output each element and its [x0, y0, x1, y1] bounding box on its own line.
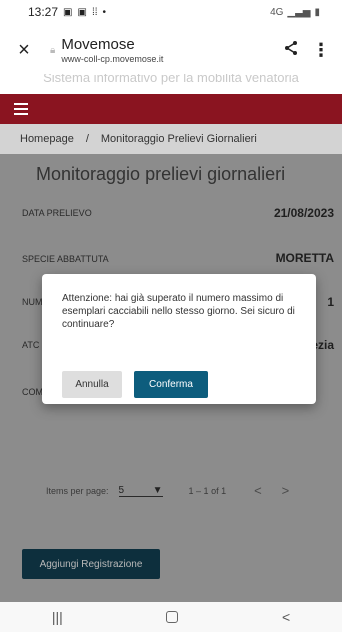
- dialog-message: Attenzione: hai già superato il numero m…: [62, 293, 295, 330]
- paginator: Items per page: 5 ▼ 1 – 1 of 1 < >: [46, 483, 289, 498]
- field-value-data-prelievo: 21/08/2023: [273, 206, 334, 220]
- breadcrumb: Homepage / Monitoraggio Prelievi Giornal…: [0, 124, 342, 154]
- more-options-button[interactable]: ⋮: [306, 40, 336, 61]
- status-bar: 13:27 ▣ ▣ ⁞⁞ • 4G ▁▃▅ ▮: [0, 0, 342, 24]
- field-label-data-prelievo: DATA PRELIEVO: [22, 208, 92, 218]
- image-icon: ▣: [63, 6, 73, 18]
- image-icon: ▣: [77, 6, 87, 18]
- site-subtitle: Sistema informativo per la mobilità vena…: [0, 74, 342, 96]
- close-icon: ×: [18, 38, 30, 61]
- dots-icon: ⁞⁞: [91, 6, 98, 18]
- page-range-label: 1 – 1 of 1: [188, 485, 227, 496]
- network-icon: 4G: [270, 6, 284, 18]
- dropdown-arrow-icon: ▼: [152, 484, 163, 496]
- field-label-specie: SPECIE ABBATTUTA: [22, 254, 109, 264]
- items-per-page-label: Items per page:: [46, 485, 109, 496]
- breadcrumb-separator: /: [85, 133, 89, 145]
- breadcrumb-home[interactable]: Homepage: [20, 133, 74, 145]
- items-per-page-select[interactable]: 5 ▼: [118, 484, 163, 497]
- page-title: Monitoraggio prelievi giornalieri: [36, 164, 286, 184]
- status-left: 13:27 ▣ ▣ ⁞⁞ •: [28, 5, 106, 19]
- share-button[interactable]: [276, 40, 306, 61]
- browser-title-block: Movemose www-coll-cp.movemose.it: [61, 36, 276, 64]
- items-per-page-value: 5: [118, 484, 125, 496]
- next-page-button[interactable]: >: [282, 483, 290, 498]
- field-value-specie: MORETTA: [275, 251, 334, 265]
- home-button[interactable]: [166, 611, 179, 623]
- back-button[interactable]: <: [282, 609, 290, 625]
- hamburger-menu-icon[interactable]: [14, 103, 28, 115]
- battery-icon: ▮: [314, 6, 320, 18]
- add-registration-button[interactable]: Aggiungi Registrazione: [22, 549, 160, 579]
- lock-icon: 🔒︎: [50, 44, 56, 56]
- android-nav-bar: ||| <: [0, 602, 342, 632]
- field-label-num: NUM: [22, 297, 43, 307]
- signal-icon: ▁▃▅: [287, 6, 311, 18]
- confirmation-dialog: Attenzione: hai già superato il numero m…: [42, 274, 316, 404]
- site-title: Movemose: [61, 36, 135, 53]
- confirm-button[interactable]: Conferma: [134, 371, 208, 398]
- breadcrumb-current: Monitoraggio Prelievi Giornalieri: [100, 133, 257, 145]
- main-nav-bar: [0, 94, 342, 124]
- status-right: 4G ▁▃▅ ▮: [270, 7, 320, 18]
- field-label-com: COM: [22, 387, 43, 397]
- close-button[interactable]: ×: [6, 39, 42, 62]
- dot-icon: •: [102, 6, 107, 18]
- site-url: www-coll-cp.movemose.it: [61, 54, 164, 64]
- more-vert-icon: ⋮: [312, 39, 330, 60]
- previous-page-button[interactable]: <: [254, 483, 262, 498]
- cancel-button[interactable]: Annulla: [62, 371, 122, 398]
- status-time: 13:27: [28, 5, 59, 19]
- field-value-num: 1: [327, 295, 334, 309]
- share-icon: [285, 40, 297, 55]
- field-label-atc: ATC: [22, 340, 40, 350]
- recent-apps-button[interactable]: |||: [52, 609, 63, 625]
- site-subtitle-text: Sistema informativo per la mobilità vena…: [43, 74, 299, 85]
- browser-bar: × 🔒︎ Movemose www-coll-cp.movemose.it ⋮: [0, 24, 342, 76]
